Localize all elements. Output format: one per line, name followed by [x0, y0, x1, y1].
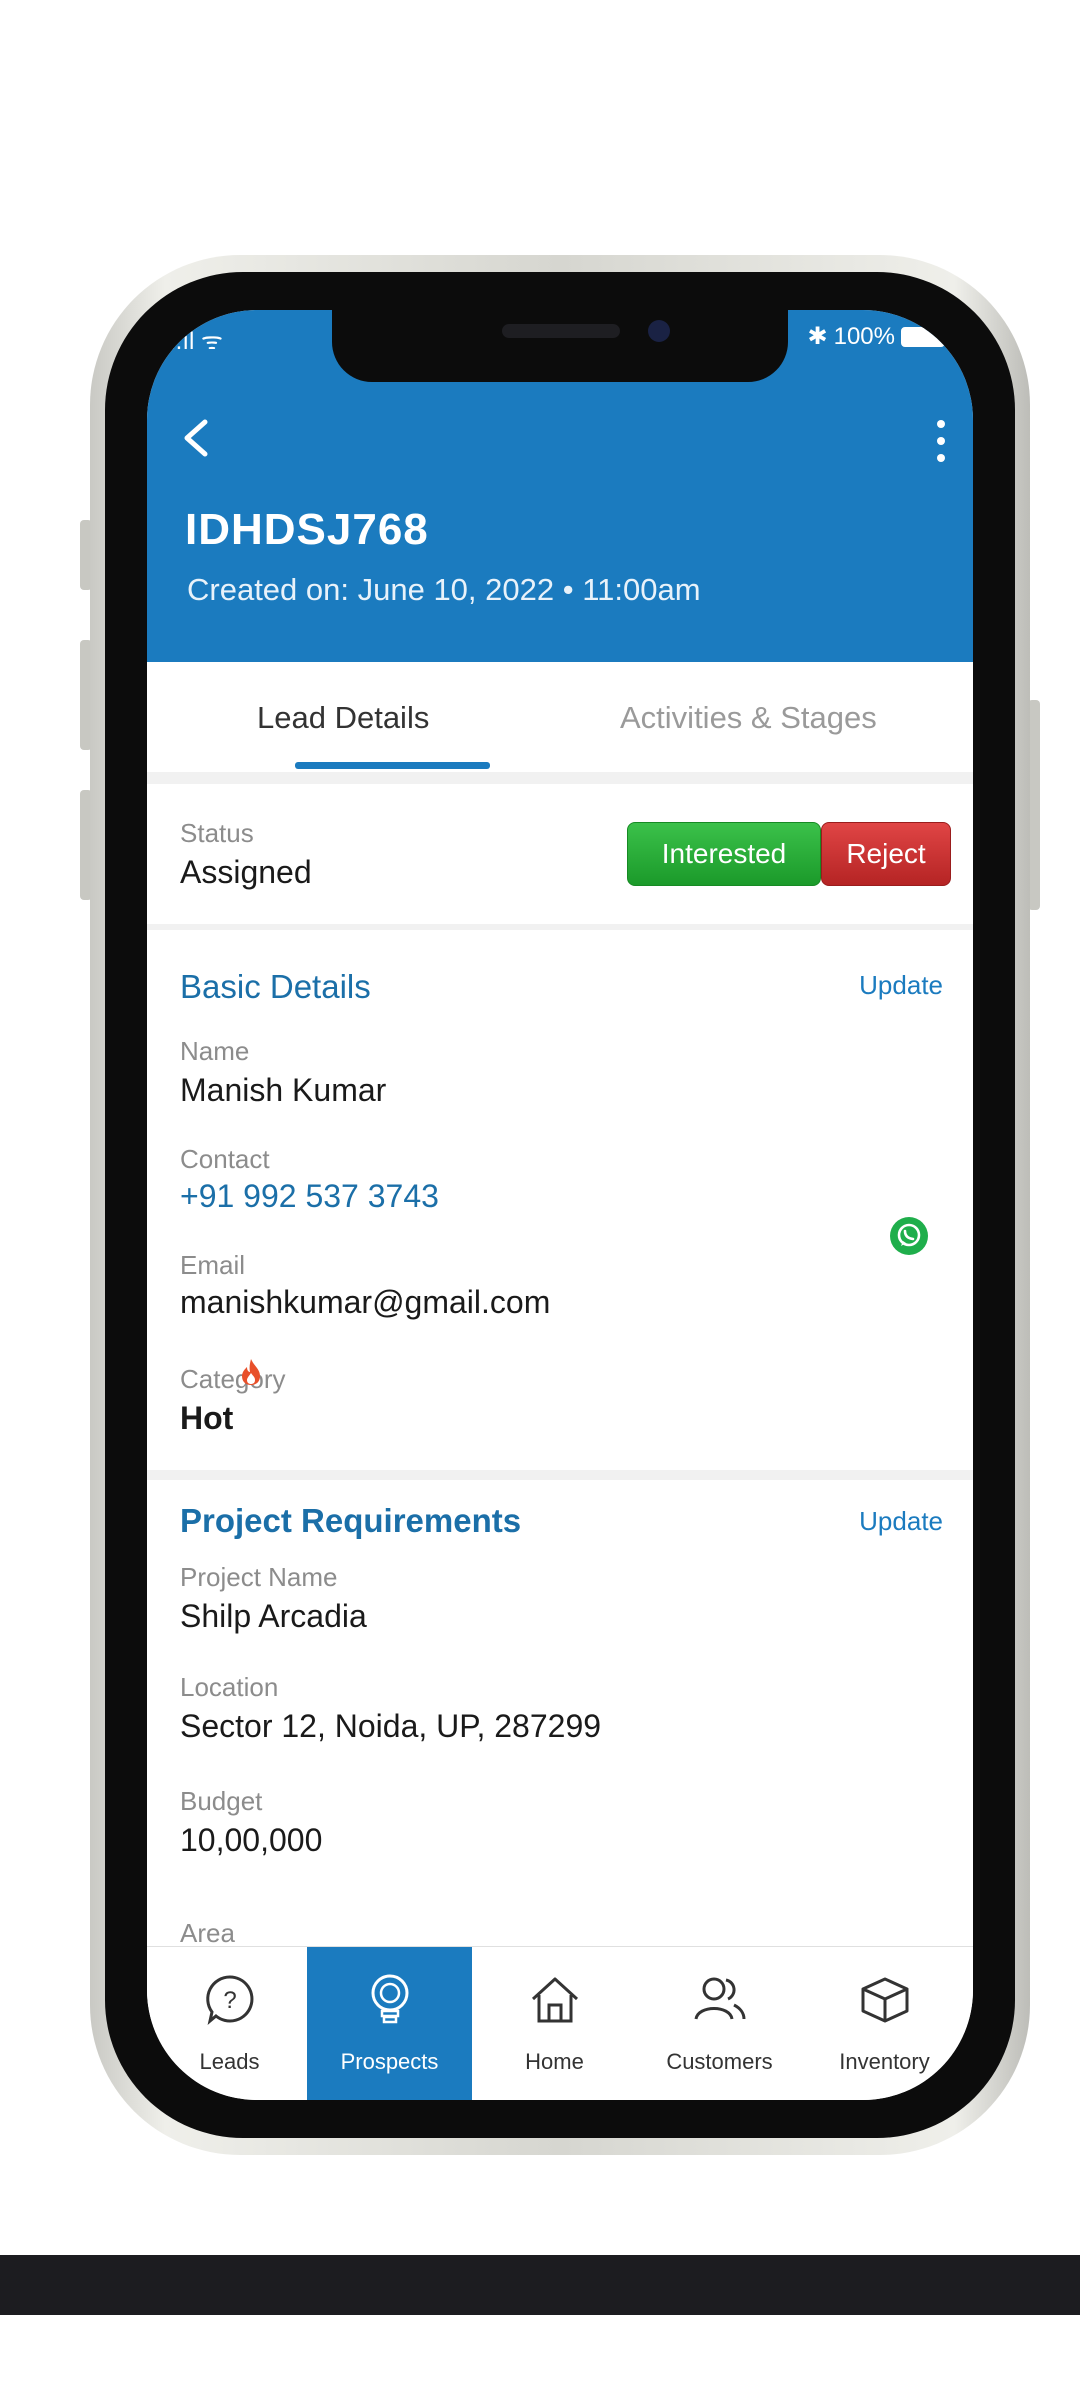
nav-leads-label: Leads — [199, 2049, 260, 2074]
more-options-icon[interactable] — [931, 418, 951, 464]
tab-activities-stages[interactable]: Activities & Stages — [620, 700, 877, 736]
fire-icon — [242, 1359, 260, 1385]
project-name-label: Project Name — [180, 1562, 338, 1592]
active-tab-indicator — [295, 762, 490, 769]
project-requirements-section: Project Requirements Update Project Name… — [147, 1480, 973, 1950]
home-icon — [531, 1977, 578, 2023]
battery-icon — [901, 326, 945, 347]
budget-value: 10,00,000 — [180, 1822, 323, 1858]
phone-screen: ..ıl ᯤ ✱ 100% IDHDSJ768 Created on: June… — [147, 310, 973, 2100]
category-value: Hot — [180, 1400, 234, 1436]
nav-prospects-label: Prospects — [340, 2049, 439, 2074]
notch — [332, 310, 788, 382]
status-value: Assigned — [180, 854, 312, 890]
bottom-dark-band — [0, 2255, 1080, 2315]
basic-details-section: Basic Details Update Name Manish Kumar C… — [147, 930, 973, 1470]
signal-wifi-icon: ..ıl ᯤ — [169, 328, 223, 355]
status-right: ✱ 100% — [807, 322, 945, 351]
created-date: Created on: June 10, 2022 • 11:00am — [187, 572, 701, 607]
lead-id: IDHDSJ768 — [185, 505, 429, 554]
email-value: manishkumar@gmail.com — [180, 1284, 551, 1320]
name-value: Manish Kumar — [180, 1072, 387, 1108]
reject-button[interactable]: Reject — [821, 822, 951, 886]
battery-percent: 100% — [833, 322, 895, 350]
name-label: Name — [180, 1036, 250, 1066]
bottom-navigation: ? Leads Prospects Home Customers Invento… — [147, 1946, 973, 2100]
location-value: Sector 12, Noida, UP, 287299 — [180, 1708, 602, 1744]
status-section: Status Assigned Interested Reject — [147, 784, 973, 924]
back-icon[interactable] — [179, 418, 213, 458]
status-label: Status — [180, 818, 254, 848]
project-name-value: Shilp Arcadia — [180, 1598, 367, 1634]
area-label: Area — [180, 1918, 235, 1948]
interested-button[interactable]: Interested — [627, 822, 821, 886]
nav-customers[interactable]: Customers — [637, 1947, 802, 2100]
project-requirements-title: Project Requirements — [180, 1502, 522, 1539]
nav-inventory[interactable]: Inventory — [802, 1947, 967, 2100]
budget-label: Budget — [180, 1786, 263, 1816]
whatsapp-icon[interactable] — [889, 1216, 929, 1256]
customers-icon — [694, 1977, 745, 2020]
basic-details-title: Basic Details — [180, 968, 371, 1005]
tab-bar: Lead Details Activities & Stages — [147, 662, 973, 772]
project-update-link[interactable]: Update — [859, 1506, 943, 1537]
svg-text:?: ? — [223, 1987, 236, 2014]
nav-customers-label: Customers — [666, 2049, 773, 2074]
page: ..ıl ᯤ ✱ 100% IDHDSJ768 Created on: June… — [0, 0, 1080, 2400]
front-camera — [648, 320, 670, 342]
nav-home[interactable]: Home — [472, 1947, 637, 2100]
email-label: Email — [180, 1250, 246, 1280]
location-label: Location — [180, 1672, 279, 1702]
speaker — [502, 324, 620, 338]
bluetooth-icon: ✱ — [807, 323, 828, 350]
nav-leads[interactable]: ? Leads — [147, 1947, 312, 2100]
nav-inventory-label: Inventory — [839, 2049, 930, 2074]
contact-value[interactable]: +91 992 537 3743 — [180, 1178, 439, 1215]
tab-lead-details[interactable]: Lead Details — [257, 700, 429, 736]
box-icon — [861, 1977, 908, 2023]
bulb-icon — [371, 1974, 408, 2024]
nav-home-label: Home — [525, 2049, 584, 2074]
contact-label: Contact — [180, 1144, 270, 1174]
category-label: Category — [180, 1364, 286, 1394]
nav-prospects[interactable]: Prospects — [307, 1947, 472, 2100]
question-icon: ? — [205, 1975, 253, 2025]
basic-details-update-link[interactable]: Update — [859, 970, 943, 1001]
